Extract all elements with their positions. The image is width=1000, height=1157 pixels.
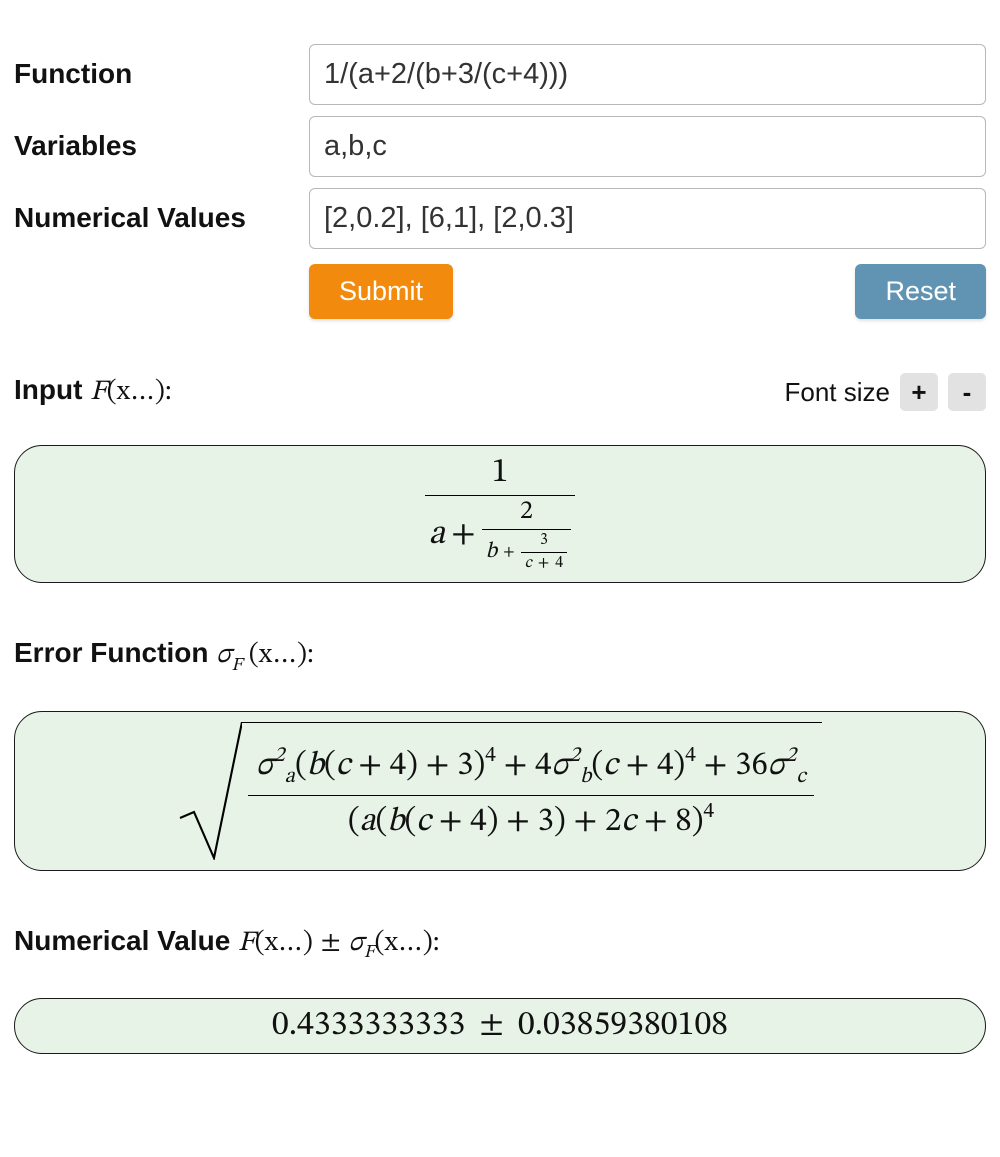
error-heading-prefix: Error Function: [14, 637, 208, 668]
err-t1-pow4: 4: [485, 746, 496, 767]
err-plus-1: +: [496, 749, 535, 782]
err-plus-2: +: [696, 749, 735, 782]
cf-b: b: [486, 540, 497, 564]
input-form: Function Variables Numerical Values Subm…: [14, 40, 986, 319]
err-t1-l: (: [295, 749, 307, 782]
err-den-cl: (: [405, 805, 417, 838]
err-36: 36: [735, 749, 768, 782]
numeric-heading-args1: (x…): [255, 929, 313, 957]
numeric-value-F: 0.4333333333: [272, 1009, 465, 1043]
err-den-b: b: [387, 805, 404, 838]
numeric-heading-args2: (x…):: [375, 929, 440, 957]
err-t2-l: (: [591, 749, 603, 782]
err-den-pl: (: [375, 805, 387, 838]
err-t1-plus4: + 4: [350, 749, 406, 782]
cf-c: c: [525, 555, 532, 573]
numvals-input[interactable]: [309, 188, 986, 249]
err-sigma-c: σ: [768, 749, 786, 782]
cf-num-2: 2: [516, 498, 537, 527]
font-size-label: Font size: [785, 377, 891, 408]
err-sigma-c-sub: c: [796, 767, 806, 788]
numeric-heading: Numerical Value F(x…) ± σF(x…):: [14, 925, 440, 965]
submit-button[interactable]: Submit: [309, 264, 453, 319]
err-t1-cl: (: [324, 749, 336, 782]
error-heading: Error Function σF (x…):: [14, 637, 314, 677]
cf-a: a: [429, 517, 445, 554]
error-heading-args: (x…):: [249, 641, 314, 669]
error-heading-Fsub: F: [232, 657, 243, 675]
numeric-value-sigma: 0.03859380108: [518, 1009, 728, 1043]
err-den-a: a: [360, 805, 376, 838]
err-den-pow4: 4: [704, 802, 715, 823]
numeric-heading-F: F: [238, 929, 254, 957]
numeric-heading-pm: ±: [321, 929, 341, 957]
err-sigma-a-sub: a: [285, 767, 295, 788]
input-heading-prefix: Input: [14, 374, 82, 405]
err-den-pr: ): [554, 805, 566, 838]
reset-button[interactable]: Reset: [855, 264, 986, 319]
function-label: Function: [14, 40, 309, 108]
font-size-controls: Font size + -: [785, 373, 987, 411]
input-heading-F: F: [90, 378, 106, 406]
font-size-minus[interactable]: -: [948, 373, 986, 411]
font-size-plus[interactable]: +: [900, 373, 938, 411]
cf-num-4: 4: [555, 555, 563, 573]
err-sigma-a: σ: [256, 749, 274, 782]
err-den-plus3: + 3: [498, 805, 554, 838]
err-sigma-c-sq: 2: [786, 746, 797, 767]
error-function-display: σ2a(b(c + 4) + 3)4 + 4σ2b(c + 4)4 + 36σ2…: [14, 711, 986, 871]
variables-input[interactable]: [309, 116, 986, 177]
err-t2-r: ): [673, 749, 685, 782]
err-t1-c: c: [336, 749, 351, 782]
err-den-c-plus4: + 4: [431, 805, 487, 838]
err-four: 4: [535, 749, 551, 782]
err-t2-c: c: [603, 749, 618, 782]
numvals-label: Numerical Values: [14, 184, 309, 252]
err-den-c2: c: [621, 805, 636, 838]
numeric-heading-Fsub: F: [364, 944, 375, 962]
input-heading: Input F(x…):: [14, 374, 172, 410]
cf-plus-1: +: [503, 544, 515, 562]
input-function-display: 1 a + 2 b +: [14, 445, 986, 583]
err-den-r: ): [692, 805, 704, 838]
err-den-c: c: [416, 805, 431, 838]
cf-plus-2: +: [538, 555, 550, 573]
input-function-section: Input F(x…): Font size + - 1 a + 2: [14, 373, 986, 583]
err-t1-plus3: + 3: [418, 749, 474, 782]
numeric-value-section: Numerical Value F(x…) ± σF(x…): 0.433333…: [14, 925, 986, 1055]
cf-num-3: 3: [536, 532, 552, 550]
err-t2-pow4: 4: [685, 746, 696, 767]
error-heading-sigma: σ: [216, 641, 231, 669]
numeric-value-pm: ±: [479, 1009, 503, 1043]
err-sigma-a-sq: 2: [274, 746, 285, 767]
variables-label: Variables: [14, 112, 309, 180]
input-heading-args: (x…):: [107, 378, 172, 406]
err-t1-b: b: [307, 749, 324, 782]
err-den-cr: ): [487, 805, 499, 838]
err-den-plus8: + 8: [636, 805, 692, 838]
cf-plus-0: +: [451, 517, 475, 554]
sqrt-icon: [178, 722, 242, 860]
err-t1-cr: ): [406, 749, 418, 782]
function-input[interactable]: [309, 44, 986, 105]
numeric-heading-sigma: σ: [349, 929, 364, 957]
err-den-plus2: + 2: [566, 805, 622, 838]
err-sigma-b-sq: 2: [569, 746, 580, 767]
numeric-heading-prefix: Numerical Value: [14, 925, 230, 956]
err-t1-r: ): [473, 749, 485, 782]
numeric-value-display: 0.4333333333 ± 0.03859380108: [14, 998, 986, 1054]
err-sigma-b-sub: b: [580, 767, 591, 788]
err-sigma-b: σ: [551, 749, 569, 782]
err-den-l: (: [348, 805, 360, 838]
cf-num-1: 1: [488, 455, 513, 492]
err-t2-plus4: + 4: [618, 749, 674, 782]
error-function-section: Error Function σF (x…): σ2a(b(c + 4) + 3…: [14, 637, 986, 871]
